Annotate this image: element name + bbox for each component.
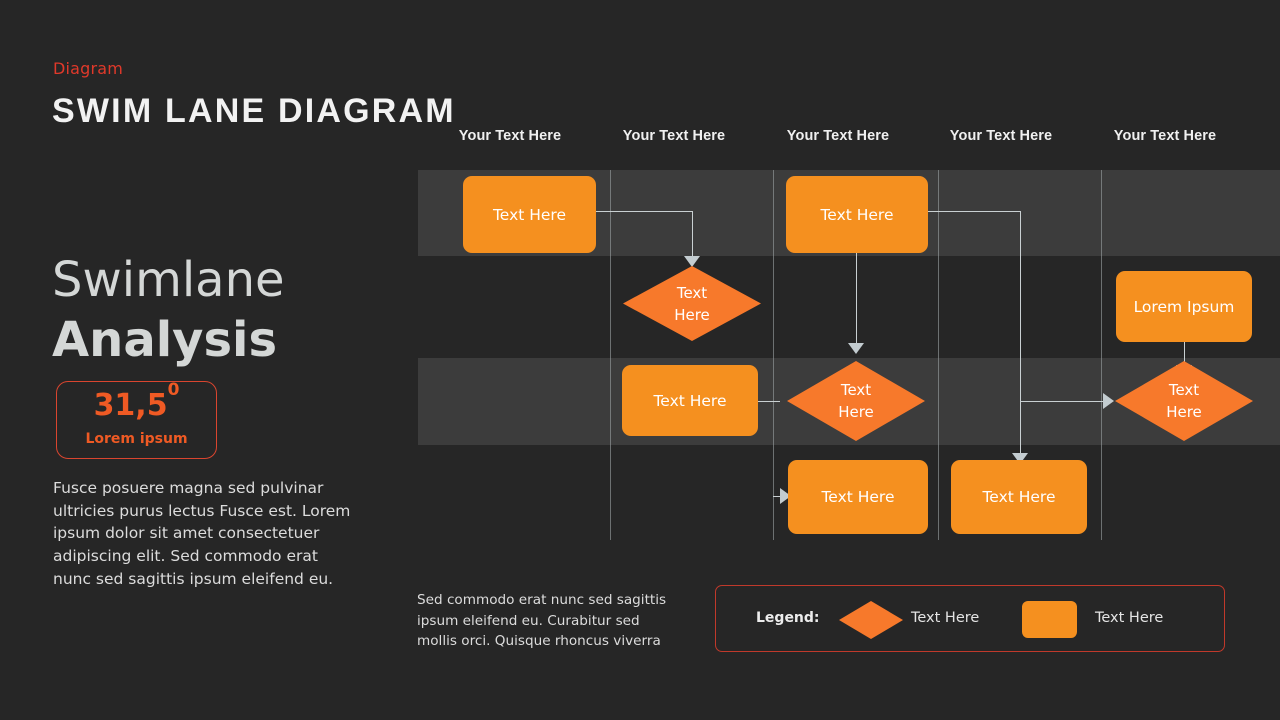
node-n4-label: Text Here [653,391,727,410]
node-n5[interactable]: Text Here [788,460,928,534]
page-title: SWIM LANE DIAGRAM [52,92,456,130]
node-d3[interactable]: Text Here [1115,361,1253,441]
node-d2-label-line1: Text [840,381,872,399]
node-d1[interactable]: Text Here [623,266,761,341]
connector-lane3-horizontal [1020,401,1103,402]
stat-badge: 31,50 Lorem ipsum [56,380,217,459]
bottom-paragraph: Sed commodo erat nunc sed sagittis ipsum… [417,592,667,649]
column-divider-4 [1101,170,1102,540]
legend-diamond-icon [839,601,903,639]
column-divider-2 [773,170,774,540]
legend-diamond-text: Text Here [911,610,980,626]
node-d1-label-line1: Text [676,283,708,302]
node-d1-label-line2: Here [674,305,710,324]
node-n1[interactable]: Text Here [463,176,596,253]
left-title-line2: Analysis [52,312,278,368]
legend-rect-icon [1022,601,1077,638]
stat-value-superscript: 0 [167,379,180,400]
connector-to-n6-vertical [1020,401,1021,459]
node-d3-label-line1: Text [1168,381,1200,399]
stat-value-number: 31,5 [93,388,168,423]
left-title-line1: Swimlane [52,252,285,308]
arrow-into-d3 [1103,393,1114,409]
connector-n2-right-horizontal [923,211,1020,212]
node-d1-label: Text Here [623,266,761,341]
left-paragraph: Fusce posuere magna sed pulvinar ultrici… [53,479,351,588]
column-header-5: Your Text Here [1113,128,1217,144]
node-n1-label: Text Here [492,205,567,224]
legend-box: Legend: Text Here Text Here [715,585,1225,652]
slide-canvas: Diagram SWIM LANE DIAGRAM Swimlane Analy… [0,0,1280,720]
slide-kicker: Diagram [53,59,124,78]
node-d2-label-line2: Here [838,403,874,421]
swimlane-diagram: Your Text Here Your Text Here Your Text … [418,128,1280,543]
node-d3-label: Text Here [1115,361,1253,441]
connector-n1-d1-horizontal [595,211,693,212]
node-n5-label: Text Here [821,488,895,506]
stat-badge-value: 31,50 [57,380,216,423]
node-d2-label: Text Here [787,361,925,441]
node-d3-label-line2: Here [1166,403,1202,421]
connector-n2-right-vertical [1020,211,1021,401]
legend-rect-text: Text Here [1095,610,1164,626]
node-n2-label: Text Here [820,205,894,224]
node-n3-label: Lorem Ipsum [1133,297,1235,316]
node-n4[interactable]: Text Here [622,365,758,436]
connector-n4-d2-horizontal [758,401,780,402]
node-d2[interactable]: Text Here [787,361,925,441]
node-n6[interactable]: Text Here [951,460,1087,534]
node-n6-label: Text Here [982,488,1056,506]
connector-n1-d1-vertical [692,211,693,261]
column-divider-3 [938,170,939,540]
connector-n2-d2-vertical [856,243,857,348]
arrow-into-d2 [848,343,864,354]
node-n2[interactable]: Text Here [786,176,928,253]
column-divider-1 [610,170,611,540]
legend-label: Legend: [756,610,820,626]
stat-badge-caption: Lorem ipsum [85,431,188,447]
node-n3[interactable]: Lorem Ipsum [1116,271,1252,342]
